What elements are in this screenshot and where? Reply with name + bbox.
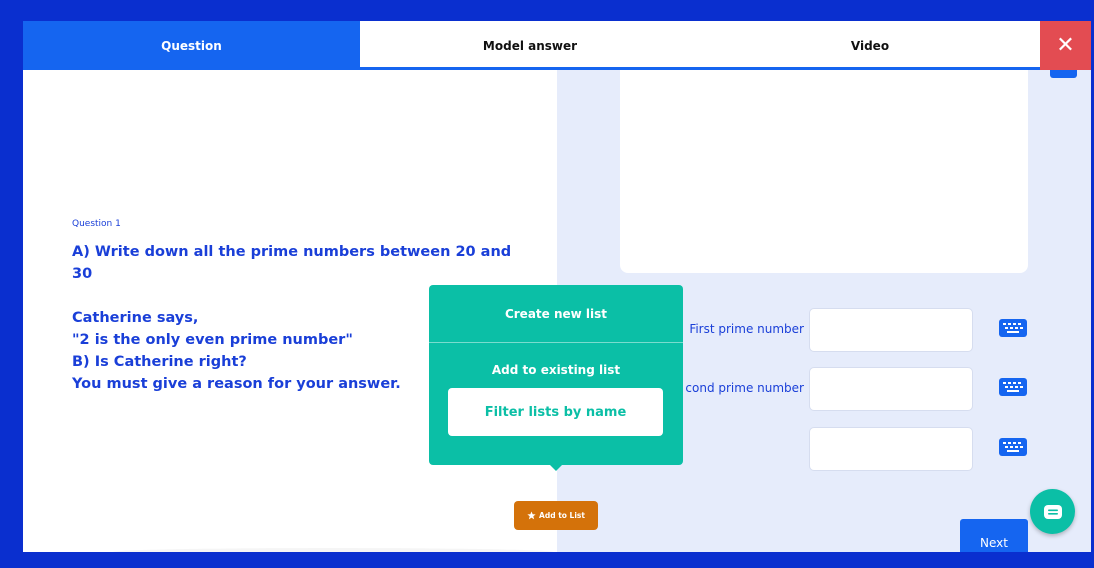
keyboard-icon[interactable] [998,377,1028,397]
add-to-list-popup: Create new list Add to existing list [429,285,683,471]
tab-bar: Question Model answer Video ✕ [23,21,1091,70]
chat-icon [1043,504,1062,519]
second-prime-input[interactable] [809,367,973,411]
popup-divider [429,342,683,343]
question-part-a: A) Write down all the prime numbers betw… [72,244,512,282]
popup-arrow [548,463,564,471]
reason-input[interactable] [809,427,973,471]
question-number: Question 1 [72,219,121,229]
tab-video[interactable]: Video [700,21,1040,70]
star-icon [527,511,536,520]
first-prime-input[interactable] [809,308,973,352]
add-to-list-button[interactable]: Add to List [514,501,598,530]
close-button[interactable]: ✕ [1040,21,1091,70]
keyboard-icon[interactable] [998,437,1028,457]
panel-shadow [113,548,553,552]
working-area[interactable] [620,70,1077,273]
tab-model-answer[interactable]: Model answer [360,21,700,70]
create-new-list-button[interactable]: Create new list [429,285,683,342]
answer-label: cond prime number [685,381,804,395]
answer-label: First prime number [689,322,804,336]
filter-lists-input[interactable] [448,388,663,436]
add-existing-label: Add to existing list [491,363,621,377]
working-area-toggle[interactable] [1050,70,1077,78]
next-button[interactable]: Next [960,519,1028,552]
close-icon: ✕ [1056,33,1075,58]
tab-question[interactable]: Question [23,21,360,70]
add-to-list-label: Add to List [539,511,585,520]
keyboard-icon[interactable] [998,318,1028,338]
chat-button[interactable] [1030,489,1075,534]
